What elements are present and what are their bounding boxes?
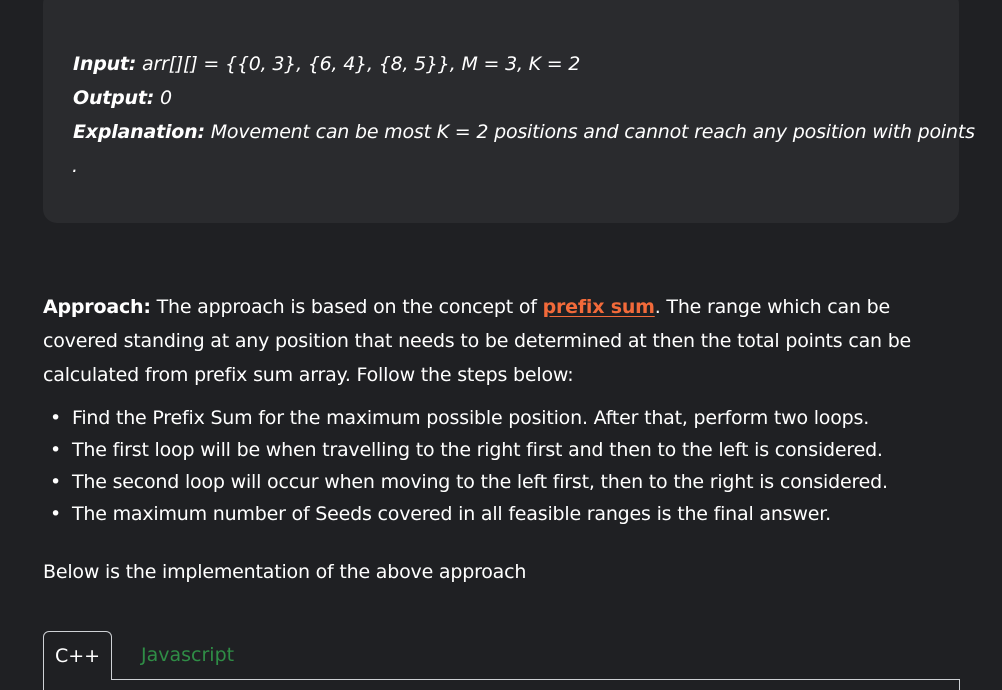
explanation-value: Movement can be most K = 2 positions and… bbox=[204, 121, 975, 143]
input-value: arr[][] = {{0, 3}, {6, 4}, {8, 5}}, M = … bbox=[136, 53, 581, 75]
bullet-icon: • bbox=[50, 503, 62, 525]
bullet-icon: • bbox=[50, 439, 62, 461]
step-text: The first loop will be when travelling t… bbox=[72, 439, 883, 461]
code-tabs: C++ Javascript bbox=[43, 631, 960, 690]
prefix-sum-link[interactable]: prefix sum bbox=[543, 296, 655, 318]
list-item: • The maximum number of Seeds covered in … bbox=[43, 498, 888, 530]
list-item: • The first loop will be when travelling … bbox=[43, 434, 888, 466]
code-panel bbox=[43, 679, 960, 690]
list-item: • Find the Prefix Sum for the maximum pos… bbox=[43, 402, 888, 434]
input-label: Input: bbox=[73, 53, 137, 75]
step-text: The second loop will occur when moving t… bbox=[72, 471, 888, 493]
approach-text-before-link: The approach is based on the concept of bbox=[150, 296, 543, 318]
example-box bbox=[43, 0, 959, 223]
explanation-trailing-dot: . bbox=[72, 155, 78, 177]
step-text: The maximum number of Seeds covered in a… bbox=[72, 503, 831, 525]
article-page: Input: arr[][] = {{0, 3}, {6, 4}, {8, 5}… bbox=[0, 0, 1002, 690]
bullet-icon: • bbox=[50, 407, 62, 429]
tab-cpp[interactable]: C++ bbox=[43, 631, 112, 680]
example-output-line: Output: 0 bbox=[73, 87, 172, 109]
tab-javascript[interactable]: Javascript bbox=[141, 631, 234, 679]
example-input-line: Input: arr[][] = {{0, 3}, {6, 4}, {8, 5}… bbox=[73, 53, 580, 75]
output-label: Output: bbox=[73, 87, 155, 109]
bullet-icon: • bbox=[50, 471, 62, 493]
example-explanation-line: Explanation: Movement can be most K = 2 … bbox=[73, 121, 975, 143]
step-text: Find the Prefix Sum for the maximum poss… bbox=[72, 407, 870, 429]
output-value: 0 bbox=[154, 87, 172, 109]
explanation-label: Explanation: bbox=[73, 121, 205, 143]
approach-paragraph: Approach: The approach is based on the c… bbox=[43, 290, 963, 392]
approach-label: Approach: bbox=[43, 296, 151, 318]
implementation-intro: Below is the implementation of the above… bbox=[43, 561, 527, 583]
steps-list: • Find the Prefix Sum for the maximum pos… bbox=[43, 402, 888, 530]
list-item: • The second loop will occur when moving … bbox=[43, 466, 888, 498]
